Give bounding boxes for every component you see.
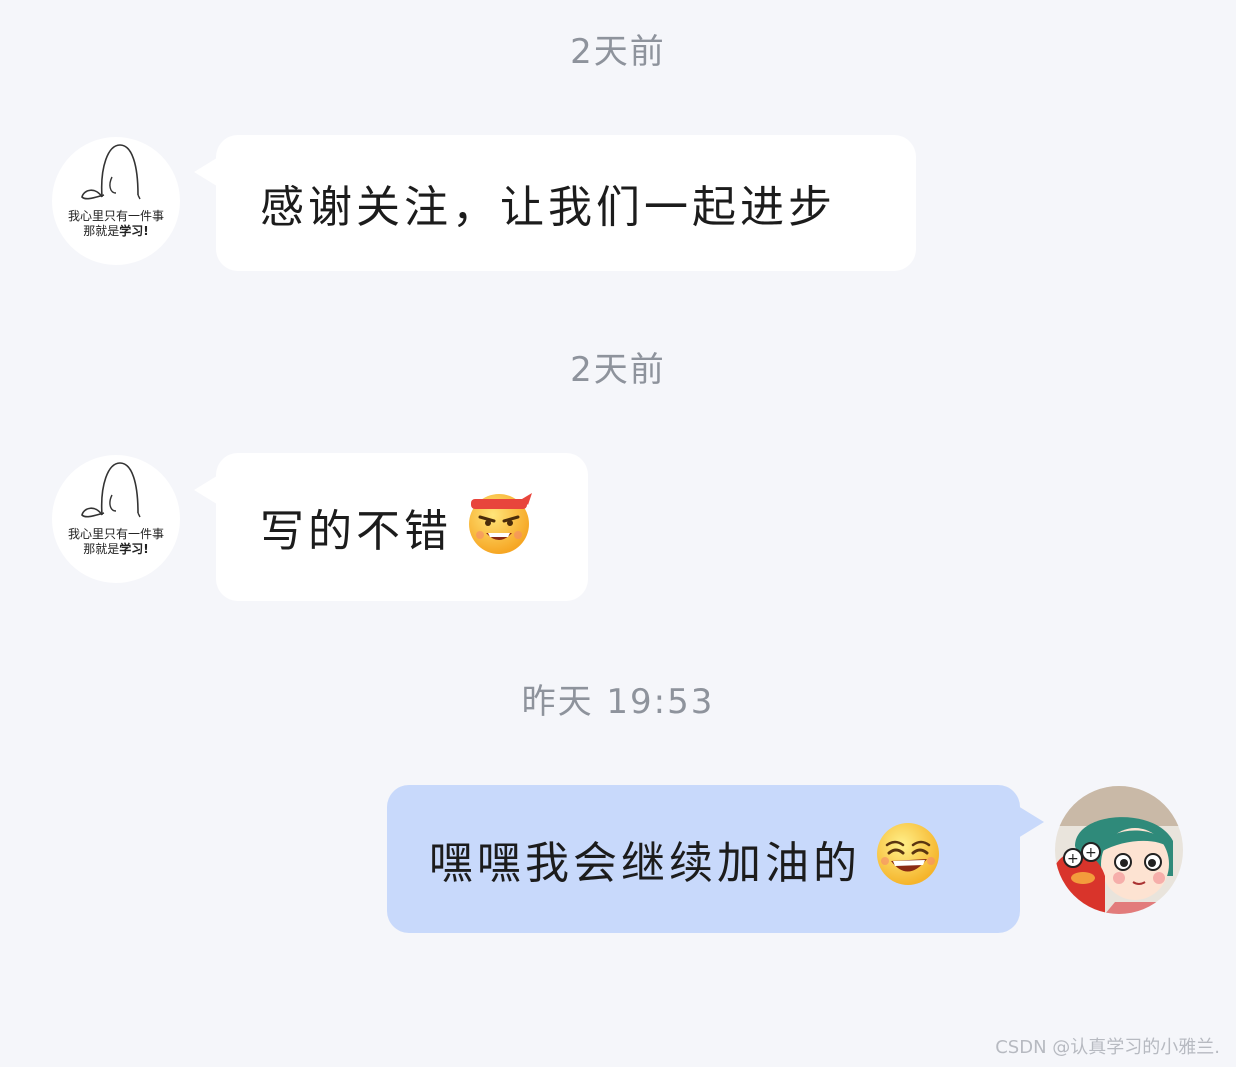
- contact-avatar[interactable]: 我心里只有一件事 那就是学习!: [52, 455, 180, 583]
- contact-avatar[interactable]: 我心里只有一件事 那就是学习!: [52, 137, 180, 265]
- message-timestamp: 昨天 19:53: [521, 682, 715, 722]
- avatar-caption-line1: 我心里只有一件事: [67, 527, 164, 541]
- message-bubble[interactable]: 嘿嘿我会继续加油的: [387, 785, 1020, 933]
- message-text: 写的不错: [260, 506, 452, 557]
- grinning-squint-emoji-icon: [873, 819, 943, 900]
- message-bubble[interactable]: 感谢关注，让我们一起进步: [216, 135, 916, 271]
- avatar-caption-bold: 学习!: [119, 542, 149, 556]
- bubble-tail: [1018, 806, 1044, 838]
- message-timestamp: 2天前: [570, 350, 666, 390]
- avatar-caption-prefix: 那就是: [83, 542, 120, 556]
- svg-text:+: +: [1085, 845, 1097, 861]
- message-text: 感谢关注，让我们一起进步: [260, 182, 836, 233]
- avatar-caption-bold: 学习!: [119, 224, 149, 238]
- svg-text:+: +: [1067, 851, 1079, 867]
- avatar-caption-line1: 我心里只有一件事: [67, 209, 164, 223]
- message-timestamp: 2天前: [570, 32, 666, 72]
- determined-headband-emoji-icon: [464, 487, 534, 568]
- ghost-figure-icon: [81, 462, 141, 518]
- avatar-caption-prefix: 那就是: [83, 224, 120, 238]
- ghost-figure-icon: [81, 144, 141, 200]
- watermark: CSDN @认真学习的小雅兰.: [995, 1037, 1220, 1058]
- user-avatar[interactable]: + +: [1055, 786, 1183, 914]
- message-text: 嘿嘿我会继续加油的: [429, 838, 861, 889]
- cartoon-girl-avatar-icon: + +: [1055, 786, 1183, 914]
- message-bubble[interactable]: 写的不错: [216, 453, 588, 601]
